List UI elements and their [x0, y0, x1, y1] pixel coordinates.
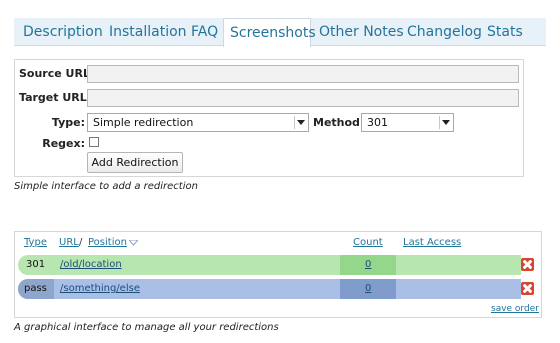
type-label: Type: [51, 116, 85, 129]
plugin-tabs: Description Installation FAQ Screenshots… [14, 18, 546, 47]
regex-label: Regex: [42, 137, 85, 150]
row-count[interactable]: 0 [365, 255, 371, 275]
header-separator: / [79, 237, 83, 248]
type-select-value: Simple redirection [93, 116, 194, 129]
method-label: Method: [313, 116, 365, 129]
row-url-link[interactable]: /something/else [60, 283, 140, 294]
add-form-caption: Simple interface to add a redirection [14, 181, 198, 192]
tab-stats[interactable]: Stats [487, 18, 523, 46]
delete-icon[interactable] [521, 258, 534, 271]
method-select-value: 301 [367, 116, 388, 129]
chevron-down-icon [294, 116, 305, 129]
type-select[interactable]: Simple redirection [87, 113, 309, 132]
target-url-label: Target URL: [19, 91, 92, 104]
tab-description[interactable]: Description [23, 18, 103, 46]
source-url-input[interactable] [87, 65, 519, 83]
row-count-link[interactable]: 0 [365, 259, 371, 270]
row-url[interactable]: /something/else [60, 279, 140, 299]
method-select[interactable]: 301 [361, 113, 454, 132]
header-type[interactable]: Type [24, 237, 47, 248]
tab-faq[interactable]: FAQ [191, 18, 218, 46]
save-order-link[interactable]: save order [491, 304, 539, 314]
delete-icon[interactable] [521, 282, 534, 295]
header-last-access[interactable]: Last Access [403, 237, 461, 248]
row-url[interactable]: /old/location [60, 255, 122, 275]
header-position[interactable]: Position [88, 237, 127, 248]
source-url-label: Source URL: [19, 67, 95, 80]
table-row[interactable]: 301 /old/location 0 [18, 255, 540, 275]
chevron-down-icon [439, 116, 450, 129]
add-redirection-panel: Source URL: Target URL: Type: Simple red… [14, 59, 524, 177]
row-type: pass [24, 283, 47, 294]
row-count[interactable]: 0 [365, 279, 371, 299]
target-url-input[interactable] [87, 89, 519, 107]
tab-screenshots[interactable]: Screenshots [223, 18, 316, 47]
redirections-panel: Type URL / Position Count Last Access 30… [14, 231, 542, 318]
tab-changelog[interactable]: Changelog [407, 18, 482, 46]
row-type: 301 [26, 259, 46, 270]
sort-arrow-icon [129, 240, 138, 246]
row-count-link[interactable]: 0 [365, 283, 371, 294]
table-row[interactable]: pass /something/else 0 [18, 279, 540, 299]
tab-installation[interactable]: Installation [109, 18, 187, 46]
header-count[interactable]: Count [353, 237, 383, 248]
row-url-link[interactable]: /old/location [60, 259, 122, 270]
list-caption: A graphical interface to manage all your… [14, 322, 279, 333]
header-url[interactable]: URL [59, 237, 79, 248]
add-redirection-button[interactable]: Add Redirection [87, 152, 183, 173]
regex-checkbox[interactable] [89, 137, 99, 147]
tab-other-notes[interactable]: Other Notes [319, 18, 404, 46]
